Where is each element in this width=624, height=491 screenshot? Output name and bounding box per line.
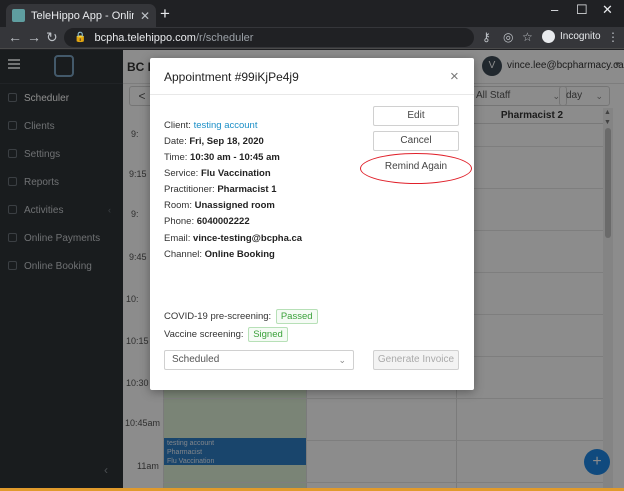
reload-icon[interactable]: ↻ (46, 29, 58, 46)
key-icon[interactable]: ⚷ (482, 30, 491, 44)
modal-divider (150, 94, 474, 95)
incognito-label: Incognito (560, 31, 601, 42)
date-value: Fri, Sep 18, 2020 (189, 136, 264, 147)
phone-label: Phone: (164, 216, 195, 227)
edit-button[interactable]: Edit (373, 106, 459, 126)
service-label: Service: (164, 168, 199, 179)
phone-value: 6040002222 (196, 216, 250, 227)
lock-icon: 🔒 (74, 32, 87, 43)
service-row: Service: Flu Vaccination (164, 168, 271, 179)
highlight-circle-annotation (360, 153, 472, 184)
browser-tab-title: TeleHippo App - Online booking (31, 9, 134, 22)
close-tab-icon[interactable]: ✕ (140, 9, 150, 23)
url-field[interactable]: 🔒 bcpha.telehippo.com /r/scheduler (64, 28, 474, 47)
generate-invoice-button[interactable]: Generate Invoice (373, 350, 459, 370)
practitioner-value: Pharmacist 1 (217, 184, 277, 195)
maximize-icon[interactable]: ☐ (576, 2, 588, 18)
close-window-icon[interactable]: ✕ (602, 2, 613, 18)
incognito-indicator[interactable]: Incognito (542, 30, 601, 43)
close-icon[interactable]: × (450, 68, 459, 85)
forward-icon[interactable]: → (27, 29, 41, 45)
date-row: Date: Fri, Sep 18, 2020 (164, 136, 264, 147)
phone-row: Phone: 6040002222 (164, 216, 250, 227)
covid-screening-row: COVID-19 pre-screening: Passed (164, 309, 318, 324)
cancel-appointment-button[interactable]: Cancel (373, 131, 459, 151)
email-label: Email: (164, 233, 191, 244)
vaccine-screening-label: Vaccine screening: (164, 329, 244, 340)
browser-tabbar: TeleHippo App - Online booking ✕ + – ☐ ✕ (0, 0, 624, 27)
chevron-down-icon: ⌄ (338, 355, 346, 365)
browser-menu-icon[interactable]: ⋮ (607, 30, 619, 44)
telehippo-favicon-icon (12, 9, 25, 22)
incognito-icon (542, 30, 555, 43)
service-value: Flu Vaccination (200, 168, 271, 179)
covid-status-badge[interactable]: Passed (275, 309, 318, 324)
status-value: Scheduled (172, 354, 220, 365)
room-row: Room: Unassigned room (164, 200, 275, 211)
channel-row: Channel: Online Booking (164, 249, 275, 260)
status-select[interactable]: Scheduled ⌄ (164, 350, 354, 370)
covid-screening-label: COVID-19 pre-screening: (164, 311, 272, 322)
client-link[interactable]: testing account (194, 120, 258, 131)
vaccine-status-badge[interactable]: Signed (248, 327, 288, 342)
time-row: Time: 10:30 am - 10:45 am (164, 152, 280, 163)
vaccine-screening-row: Vaccine screening: Signed (164, 327, 288, 342)
appointment-modal: Appointment #99iKjPe4j9 × Client: testin… (150, 58, 474, 390)
client-row: Client: testing account (164, 120, 257, 131)
minimize-icon[interactable]: – (551, 2, 558, 17)
modal-title: Appointment #99iKjPe4j9 (164, 70, 299, 84)
url-path: /r/scheduler (195, 31, 254, 44)
date-label: Date: (164, 136, 187, 147)
room-value: Unassigned room (194, 200, 275, 211)
time-value: 10:30 am - 10:45 am (190, 152, 280, 163)
practitioner-row: Practitioner: Pharmacist 1 (164, 184, 276, 195)
email-row: Email: vince-testing@bcpha.ca (164, 233, 302, 244)
browser-tab[interactable]: TeleHippo App - Online booking ✕ (6, 4, 156, 27)
browser-address-bar: ← → ↻ 🔒 bcpha.telehippo.com /r/scheduler… (0, 27, 624, 49)
time-label: Time: (164, 152, 188, 163)
client-label: Client: (164, 120, 191, 131)
channel-value: Online Booking (204, 249, 275, 260)
url-host: bcpha.telehippo.com (94, 31, 196, 44)
bookmark-star-icon[interactable]: ☆ (522, 30, 533, 44)
new-tab-button[interactable]: + (160, 4, 170, 24)
back-icon[interactable]: ← (8, 29, 22, 45)
email-value: vince-testing@bcpha.ca (193, 233, 303, 244)
room-label: Room: (164, 200, 192, 211)
channel-label: Channel: (164, 249, 203, 260)
tracking-blocked-icon[interactable]: ◎ (503, 30, 513, 44)
practitioner-label: Practitioner: (164, 184, 215, 195)
